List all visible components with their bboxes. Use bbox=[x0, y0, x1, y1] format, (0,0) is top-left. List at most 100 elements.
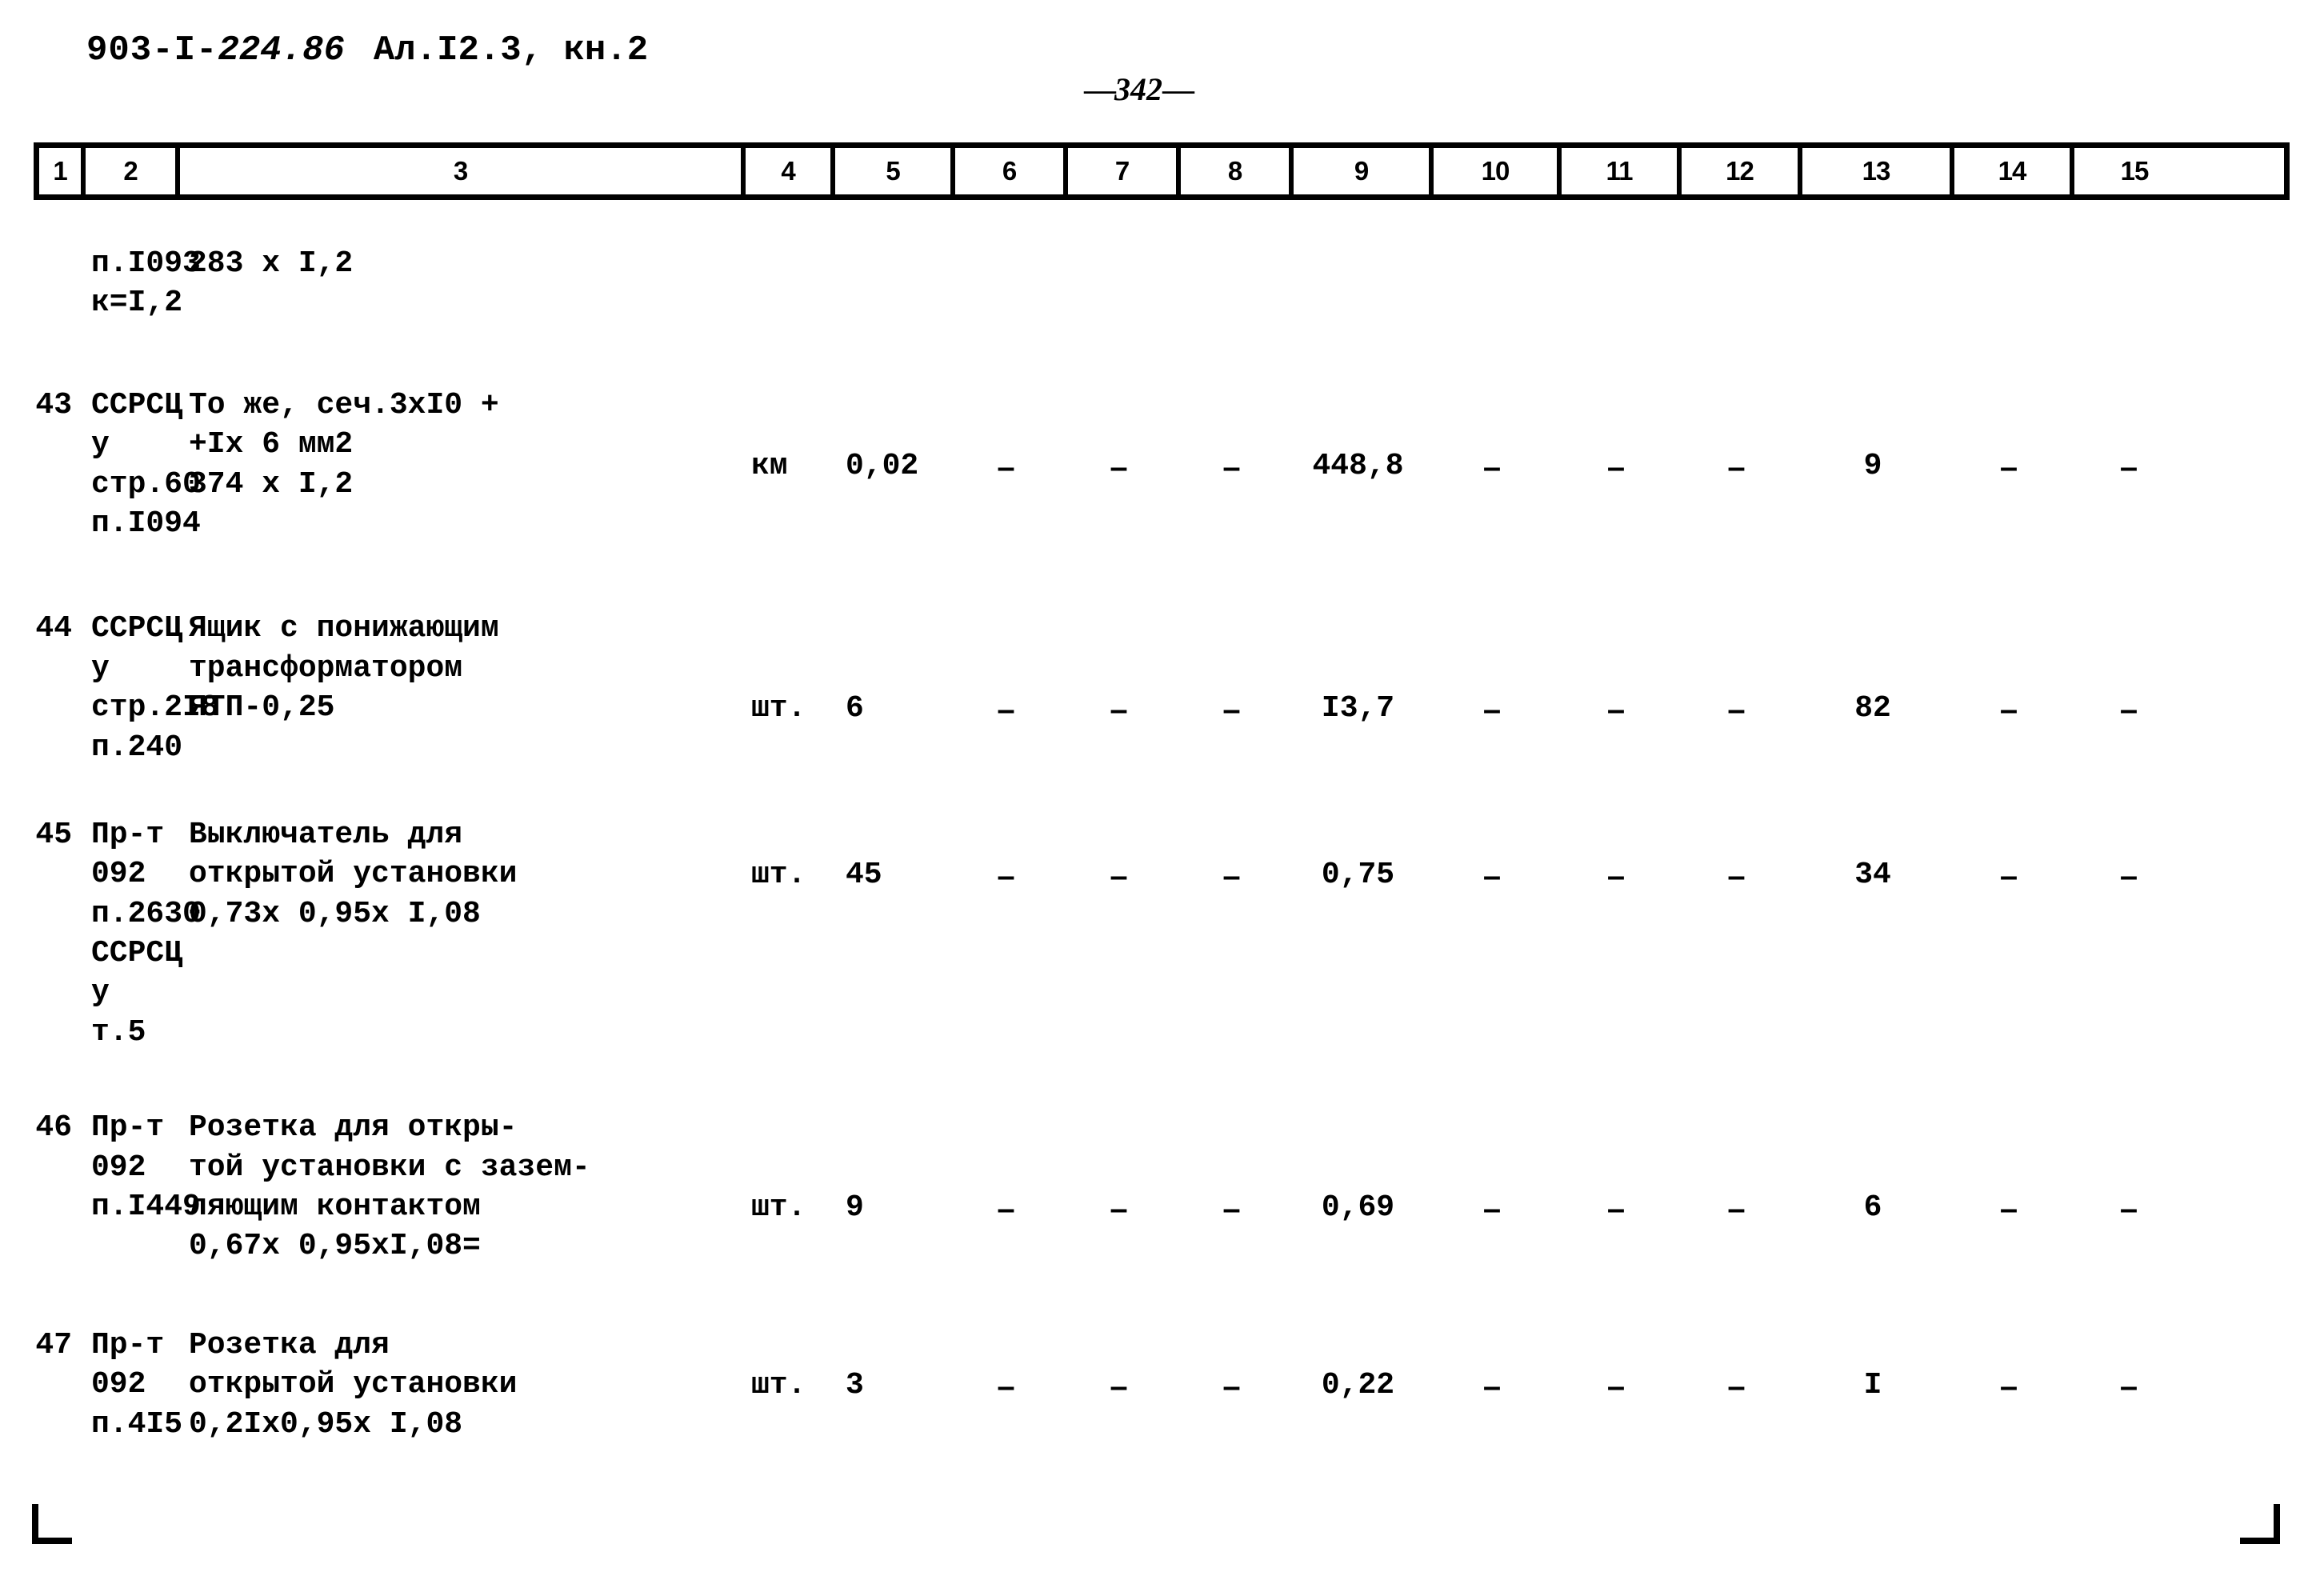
row-col-9: 0,69 bbox=[1321, 1190, 1395, 1226]
table-row: 47 Пр-т 092 п.4I5 Розетка для открытой у… bbox=[34, 1322, 2290, 1444]
row-col-15 bbox=[2069, 241, 2189, 244]
row-col-13: 34 bbox=[1854, 857, 1891, 892]
row-col-7: – bbox=[1110, 858, 1128, 894]
row-col-5: 6 bbox=[846, 691, 864, 726]
row-col-9: 0,75 bbox=[1321, 857, 1395, 892]
row-col-5: 3 bbox=[846, 1367, 864, 1402]
row-col-10: – bbox=[1482, 692, 1502, 728]
column-header-10: 10 bbox=[1434, 148, 1562, 194]
column-header-7: 7 bbox=[1068, 148, 1181, 194]
row-justification: ССРСЦ у стр.60 п.I094 bbox=[91, 387, 201, 541]
row-col-13 bbox=[1797, 241, 1949, 244]
column-header-15: 15 bbox=[2120, 156, 2150, 186]
row-col-7: – bbox=[1110, 1368, 1128, 1404]
row-col-9: 448,8 bbox=[1312, 448, 1404, 483]
row-justification: Пр-т 092 п.2630 ССРСЦ у т.5 bbox=[91, 817, 201, 1050]
row-item-number: 44 bbox=[35, 611, 72, 646]
row-col-12: – bbox=[1727, 692, 1746, 728]
row-spacer bbox=[34, 543, 2290, 606]
document-page: 903-I-224.86 Ал.I2.3, кн.2 —342— 1 2 3 4 … bbox=[0, 0, 2324, 1596]
row-col-8 bbox=[1175, 241, 1288, 244]
column-header-3: 3 bbox=[180, 148, 746, 194]
row-col-11: – bbox=[1606, 858, 1626, 894]
row-item-number: 47 bbox=[35, 1327, 72, 1362]
row-col-11: – bbox=[1606, 692, 1626, 728]
row-col-11: – bbox=[1606, 1191, 1626, 1227]
row-col-7: – bbox=[1110, 1191, 1128, 1227]
column-header-4: 4 bbox=[746, 148, 835, 194]
row-item-number bbox=[34, 241, 80, 244]
row-spacer bbox=[34, 204, 2290, 241]
row-col-13: 9 bbox=[1863, 448, 1882, 483]
row-col-14: – bbox=[1999, 1368, 2018, 1404]
row-col-15: – bbox=[2119, 692, 2138, 728]
row-col-13: I bbox=[1863, 1367, 1882, 1402]
row-col-5 bbox=[830, 241, 950, 244]
row-col-10 bbox=[1428, 241, 1556, 244]
row-spacer bbox=[34, 323, 2290, 382]
row-col-7 bbox=[1062, 241, 1175, 244]
row-unit: шт. bbox=[751, 1367, 806, 1402]
row-col-6: – bbox=[997, 1368, 1015, 1404]
column-header-11: 11 bbox=[1562, 148, 1682, 194]
table-row: 46 Пр-т 092 п.I449 Розетка для откры- то… bbox=[34, 1105, 2290, 1266]
row-unit: шт. bbox=[751, 1190, 806, 1226]
column-header-2: 2 bbox=[86, 148, 180, 194]
row-col-6: – bbox=[997, 1191, 1015, 1227]
row-col-5: 0,02 bbox=[846, 448, 919, 483]
column-header-9: 9 bbox=[1294, 148, 1434, 194]
row-col-14: – bbox=[1999, 1191, 2018, 1227]
row-description: Розетка для откры- той установки с зазем… bbox=[189, 1110, 590, 1264]
row-col-10: – bbox=[1482, 1368, 1502, 1404]
row-col-15: – bbox=[2119, 1191, 2138, 1227]
row-col-9: I3,7 bbox=[1321, 691, 1395, 726]
doc-code-plain: 903-I- bbox=[86, 30, 218, 70]
row-item-number: 43 bbox=[35, 387, 72, 422]
row-col-12: – bbox=[1727, 858, 1746, 894]
row-col-5: 45 bbox=[846, 857, 882, 892]
row-unit bbox=[740, 241, 830, 244]
row-col-15: – bbox=[2119, 858, 2138, 894]
row-col-10: – bbox=[1482, 858, 1502, 894]
row-justification: Пр-т 092 п.I449 bbox=[91, 1110, 201, 1225]
album-reference: Ал.I2.3, кн.2 bbox=[373, 30, 649, 70]
row-description: Розетка для открытой установки 0,2Ix0,95… bbox=[189, 1327, 518, 1442]
column-header-1: 1 bbox=[39, 148, 86, 194]
doc-code-emphasis: 224.86 bbox=[218, 30, 345, 70]
row-col-6 bbox=[950, 241, 1062, 244]
row-col-10: – bbox=[1482, 1191, 1502, 1227]
row-col-11: – bbox=[1606, 1368, 1626, 1404]
table-row: 45 Пр-т 092 п.2630 ССРСЦ у т.5 Выключате… bbox=[34, 812, 2290, 1052]
row-col-6: – bbox=[997, 449, 1015, 485]
column-header-13: 13 bbox=[1802, 148, 1954, 194]
table-row: 44 ССРСЦ у стр.2I8 п.240 Ящик с понижающ… bbox=[34, 606, 2290, 767]
row-col-12: – bbox=[1727, 449, 1746, 485]
row-justification: п.I093 к=I,2 bbox=[91, 246, 201, 321]
row-col-9: 0,22 bbox=[1321, 1367, 1395, 1402]
row-col-9 bbox=[1288, 241, 1428, 244]
row-col-14: – bbox=[1999, 449, 2018, 485]
row-col-13: 6 bbox=[1863, 1190, 1882, 1226]
row-spacer bbox=[34, 767, 2290, 812]
row-col-15: – bbox=[2119, 1368, 2138, 1404]
table-body: п.I093 к=I,2 283 x I,2 43 ССРСЦ у стр.60… bbox=[34, 204, 2290, 1444]
column-header-6: 6 bbox=[955, 148, 1068, 194]
row-col-8: – bbox=[1222, 449, 1241, 485]
row-description: 283 x I,2 bbox=[189, 246, 354, 281]
column-header-5: 5 bbox=[835, 148, 955, 194]
row-description: То же, сеч.3xI0 + +Ix 6 мм2 374 x I,2 bbox=[189, 387, 499, 502]
page-dash-right: — bbox=[1162, 71, 1194, 107]
row-col-7: – bbox=[1110, 692, 1128, 728]
row-unit: км bbox=[751, 448, 788, 483]
row-col-11 bbox=[1556, 241, 1676, 244]
crop-mark-bottom-right bbox=[2240, 1504, 2280, 1544]
row-justification: ССРСЦ у стр.2I8 п.240 bbox=[91, 611, 219, 765]
table-row: п.I093 к=I,2 283 x I,2 bbox=[34, 241, 2290, 323]
column-header-8: 8 bbox=[1181, 148, 1294, 194]
table-row: 43 ССРСЦ у стр.60 п.I094 То же, сеч.3xI0… bbox=[34, 382, 2290, 544]
row-col-14: – bbox=[1999, 692, 2018, 728]
crop-mark-bottom-left bbox=[32, 1504, 72, 1544]
row-col-8: – bbox=[1222, 858, 1241, 894]
page-number: —342— bbox=[1084, 70, 1194, 108]
row-col-14: – bbox=[1999, 858, 2018, 894]
